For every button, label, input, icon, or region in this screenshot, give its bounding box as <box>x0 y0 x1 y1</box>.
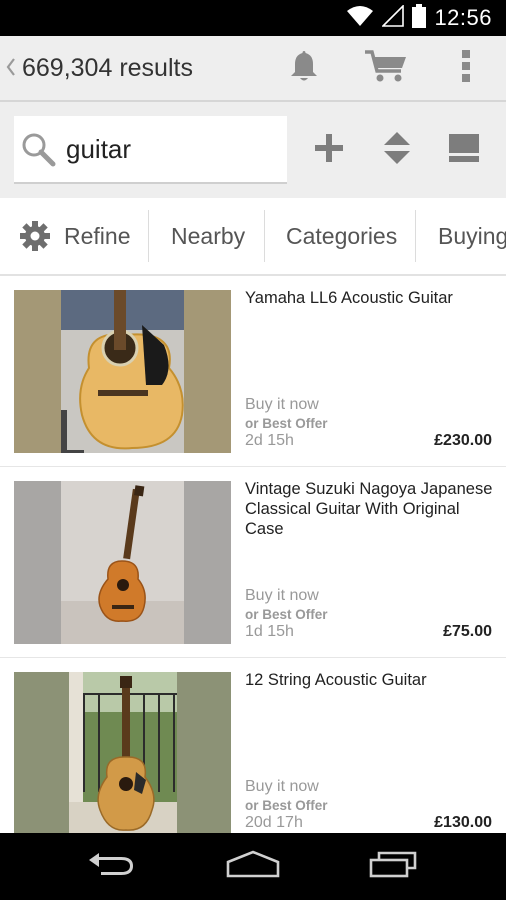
overflow-menu-icon <box>461 49 471 88</box>
tab-nearby-label: Nearby <box>171 222 246 249</box>
listing-title: 12 String Acoustic Guitar <box>245 671 427 689</box>
view-toggle-button[interactable] <box>436 116 492 184</box>
tab-refine-label: Refine <box>64 222 131 249</box>
home-icon <box>226 850 280 883</box>
tab-buying[interactable]: Buying <box>438 210 506 262</box>
tab-divider <box>264 210 265 262</box>
battery-icon <box>412 3 427 33</box>
search-icon <box>20 131 56 167</box>
status-clock: 12:56 <box>434 5 492 30</box>
listing-offer: or Best Offer <box>245 798 328 813</box>
signal-icon <box>381 3 405 32</box>
nav-back-button[interactable] <box>62 833 162 900</box>
listing-price: £130.00 <box>434 814 492 831</box>
listing-image <box>14 481 231 644</box>
listing-time-left: 2d 15h <box>245 432 294 449</box>
up-navigation[interactable]: 669,304 results <box>0 36 193 100</box>
listing-title: Yamaha LL6 Acoustic Guitar <box>245 289 453 307</box>
listing-image <box>14 672 231 833</box>
search-box[interactable] <box>14 116 287 184</box>
tab-divider <box>148 210 149 262</box>
app-bar: 669,304 results <box>0 36 506 102</box>
system-nav-bar <box>0 833 506 900</box>
listing-offer: or Best Offer <box>245 607 328 622</box>
sort-icon <box>383 131 411 170</box>
wifi-icon <box>346 5 374 32</box>
list-item[interactable]: 12 String Acoustic Guitar Buy it now or … <box>0 658 506 833</box>
nav-recent-apps-button[interactable] <box>344 833 444 900</box>
search-row <box>0 102 506 198</box>
back-chevron-icon[interactable] <box>6 55 16 81</box>
notifications-button[interactable] <box>274 36 334 100</box>
gear-icon <box>20 221 50 251</box>
filter-bar: Refine Nearby Categories Buying <box>0 198 506 276</box>
tab-refine[interactable]: Refine <box>20 210 130 262</box>
listing-image <box>14 290 231 453</box>
listing-format: Buy it now <box>245 778 319 795</box>
listing-time-left: 20d 17h <box>245 814 303 831</box>
overflow-menu-button[interactable] <box>436 36 496 100</box>
plus-icon <box>314 133 344 168</box>
list-item[interactable]: Yamaha LL6 Acoustic Guitar Buy it now or… <box>0 276 506 467</box>
add-button[interactable] <box>301 116 357 184</box>
tab-buying-label: Buying <box>438 222 506 249</box>
view-toggle-icon <box>448 133 480 168</box>
search-input[interactable] <box>66 133 266 165</box>
bell-icon <box>288 49 320 88</box>
listing-format: Buy it now <box>245 587 319 604</box>
listing-price: £75.00 <box>443 623 492 640</box>
listing-format: Buy it now <box>245 396 319 413</box>
sort-button[interactable] <box>369 116 425 184</box>
status-bar: 12:56 <box>0 0 506 36</box>
listing-time-left: 1d 15h <box>245 623 294 640</box>
tab-divider <box>415 210 416 262</box>
tab-categories[interactable]: Categories <box>286 210 397 262</box>
cart-button[interactable] <box>356 36 416 100</box>
back-icon <box>87 851 137 882</box>
tab-categories-label: Categories <box>286 222 398 249</box>
results-count: 669,304 results <box>22 53 193 82</box>
listing-price: £230.00 <box>434 432 492 449</box>
listing-title: Vintage Suzuki Nagoya Japanese Classical… <box>245 480 493 538</box>
nav-home-button[interactable] <box>203 833 303 900</box>
listing-offer: or Best Offer <box>245 416 328 431</box>
recent-apps-icon <box>369 850 419 883</box>
tab-nearby[interactable]: Nearby <box>171 210 245 262</box>
results-list: Yamaha LL6 Acoustic Guitar Buy it now or… <box>0 276 506 833</box>
cart-icon <box>363 49 409 88</box>
list-item[interactable]: Vintage Suzuki Nagoya Japanese Classical… <box>0 467 506 658</box>
